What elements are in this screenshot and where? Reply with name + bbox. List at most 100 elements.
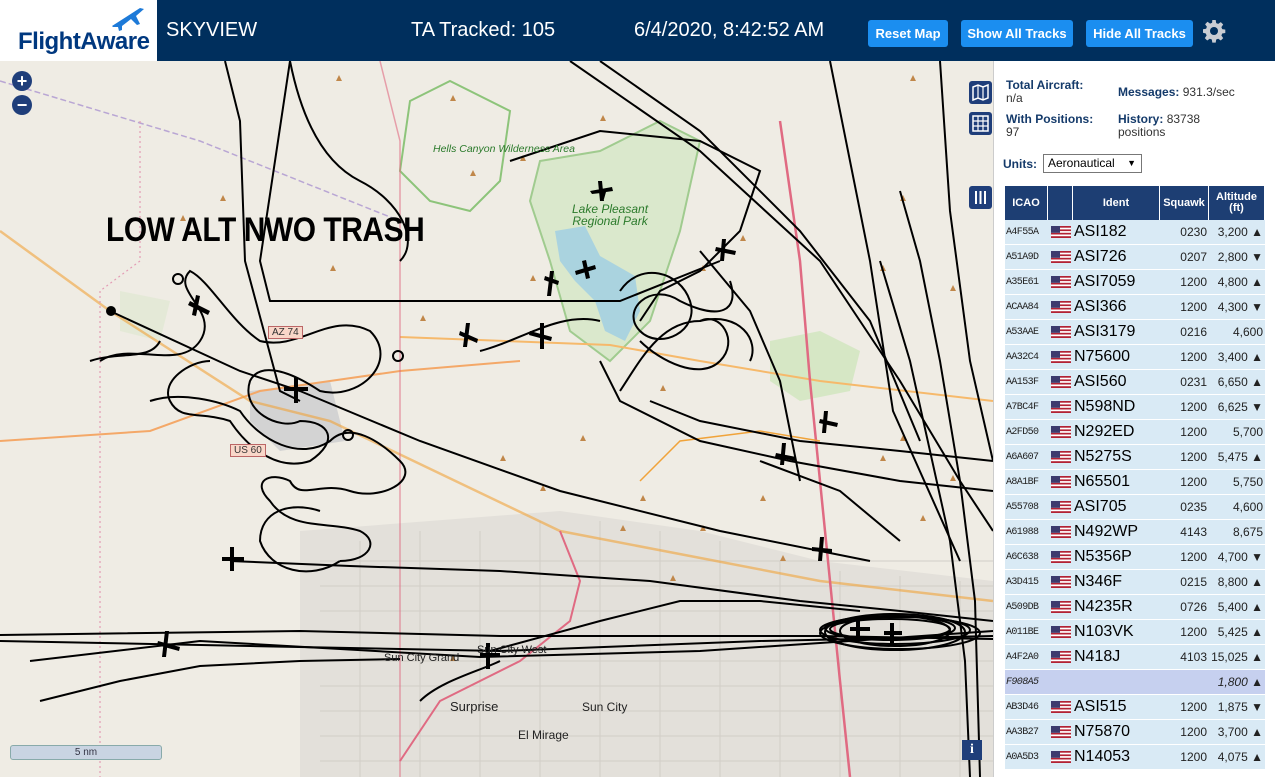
table-row[interactable]: ACAA84 ASI366 1200 4,300 ▼	[1005, 295, 1265, 320]
cell-altitude: 5,400 ▲	[1217, 600, 1263, 614]
table-row[interactable]: A7BC4F N598ND 1200 6,625 ▼	[1005, 395, 1265, 420]
cell-flag	[1048, 226, 1073, 238]
cell-flag	[1048, 326, 1073, 338]
cell-altitude: 8,675	[1232, 525, 1263, 539]
cell-altitude: 15,025 ▲	[1211, 650, 1263, 664]
cell-ident: N14053	[1074, 748, 1131, 765]
cell-icao: AA153F	[1006, 376, 1039, 388]
table-row[interactable]: AA32C4 N75600 1200 3,400 ▲	[1005, 345, 1265, 370]
table-row[interactable]: A6C638 N5356P 1200 4,700 ▼	[1005, 545, 1265, 570]
cell-flag	[1048, 276, 1073, 288]
logo-text: FlightAware	[18, 28, 150, 55]
col-header-altitude[interactable]: Altitude (ft)	[1209, 186, 1265, 220]
cell-squawk: 1200	[1180, 625, 1207, 639]
cell-ident: ASI7059	[1074, 273, 1136, 290]
cell-squawk: 1200	[1180, 475, 1207, 489]
cell-icao: ACAA84	[1006, 301, 1039, 313]
cell-ident: N4235R	[1074, 598, 1133, 615]
us60-shield: US 60	[230, 444, 266, 457]
label-sun-city-grand: Sun City Grand	[384, 652, 460, 664]
col-header-ident[interactable]: Ident	[1073, 186, 1160, 220]
cell-altitude: 5,475 ▲	[1217, 450, 1263, 464]
cell-altitude: 3,700 ▲	[1217, 725, 1263, 739]
cell-squawk: 1200	[1180, 700, 1207, 714]
reset-map-button[interactable]: Reset Map	[868, 20, 948, 47]
cell-squawk: 1200	[1180, 275, 1207, 289]
table-row[interactable]: AA3B27 N75870 1200 3,700 ▲	[1005, 720, 1265, 745]
units-select[interactable]: Aeronautical ▼	[1043, 154, 1142, 173]
history-value: 83738	[1166, 112, 1201, 126]
us-flag-icon	[1050, 326, 1071, 338]
col-header-squawk[interactable]: Squawk	[1160, 186, 1209, 220]
cell-squawk: 0231	[1180, 375, 1207, 389]
cell-flag	[1048, 251, 1073, 263]
table-row[interactable]: A55708 ASI705 0235 4,600	[1005, 495, 1265, 520]
map-layers-button[interactable]	[969, 81, 992, 104]
app-title: SKYVIEW	[166, 19, 258, 41]
zoom-in-button[interactable]: +	[12, 71, 32, 91]
cell-flag	[1048, 476, 1073, 488]
label-sun-city-west: Sun City West	[477, 644, 547, 656]
grid-icon	[972, 115, 989, 132]
info-button[interactable]: i	[962, 740, 982, 760]
cell-flag	[1048, 551, 1073, 563]
cell-ident: ASI515	[1074, 698, 1127, 715]
gear-icon[interactable]	[1202, 19, 1226, 43]
table-header: ICAO Ident Squawk Altitude (ft)	[1005, 186, 1265, 220]
table-row[interactable]: A509DB N4235R 0726 5,400 ▲	[1005, 595, 1265, 620]
cell-squawk: 1200	[1180, 550, 1207, 564]
table-row[interactable]: A3D415 N346F 0215 8,800 ▲	[1005, 570, 1265, 595]
table-row[interactable]: A4F55A ASI182 0230 3,200 ▲	[1005, 220, 1265, 245]
hide-all-tracks-button[interactable]: Hide All Tracks	[1086, 20, 1193, 47]
top-bar: FlightAware SKYVIEW TA Tracked: 105 6/4/…	[0, 0, 1275, 61]
cell-ident: ASI560	[1074, 373, 1127, 390]
cell-squawk: 0726	[1180, 600, 1207, 614]
cell-icao: AA3B27	[1006, 726, 1039, 738]
table-row[interactable]: A35E61 ASI7059 1200 4,800 ▲	[1005, 270, 1265, 295]
cell-altitude: 2,800 ▼	[1217, 250, 1263, 264]
col-header-icao[interactable]: ICAO	[1005, 186, 1048, 220]
table-row[interactable]: A6A607 N5275S 1200 5,475 ▲	[1005, 445, 1265, 470]
table-row[interactable]: A61988 N492WP 4143 8,675	[1005, 520, 1265, 545]
cell-altitude: 5,425 ▲	[1217, 625, 1263, 639]
aircraft-table: ICAO Ident Squawk Altitude (ft) A4F55A AS…	[1005, 186, 1265, 770]
history-stat: History: 83738 positions	[1118, 113, 1200, 139]
map-view[interactable]: Hells Canyon Wilderness Area Lake Pleasa…	[0, 61, 993, 777]
with-positions-value: 97	[1006, 125, 1020, 139]
cell-altitude: 4,700 ▼	[1217, 550, 1263, 564]
total-aircraft-label: Total Aircraft:	[1006, 78, 1084, 92]
table-row[interactable]: AA153F ASI560 0231 6,650 ▲	[1005, 370, 1265, 395]
label-sun-city: Sun City	[582, 700, 628, 714]
table-row[interactable]: A51A9D ASI726 0207 2,800 ▼	[1005, 245, 1265, 270]
table-row[interactable]: AB3D46 ASI515 1200 1,875 ▼	[1005, 695, 1265, 720]
with-positions-stat: With Positions: 97	[1006, 113, 1093, 139]
col-header-flag[interactable]	[1048, 186, 1073, 220]
cell-squawk: 0215	[1180, 575, 1207, 589]
cell-ident: ASI366	[1074, 298, 1127, 315]
us-flag-icon	[1050, 726, 1071, 738]
table-row[interactable]: A011BE N103VK 1200 5,425 ▲	[1005, 620, 1265, 645]
table-row[interactable]: A53AAE ASI3179 0216 4,600	[1005, 320, 1265, 345]
cell-ident: ASI182	[1074, 223, 1127, 240]
table-row[interactable]: F908A5 1,800 ▲	[1005, 670, 1265, 695]
zoom-out-button[interactable]: −	[12, 95, 32, 115]
cell-flag	[1048, 301, 1073, 313]
show-all-tracks-button[interactable]: Show All Tracks	[961, 20, 1073, 47]
table-row[interactable]: A8A1BF N65501 1200 5,750	[1005, 470, 1265, 495]
table-row[interactable]: A4F2A0 N418J 4103 15,025 ▲	[1005, 645, 1265, 670]
az74-shield: AZ 74	[268, 326, 303, 339]
cell-flag	[1048, 626, 1073, 638]
cell-ident: N5356P	[1074, 548, 1132, 565]
grid-toggle-button[interactable]	[969, 112, 992, 135]
table-row[interactable]: A2FD50 N292ED 1200 5,700	[1005, 420, 1265, 445]
cell-icao: A53AAE	[1006, 326, 1039, 338]
flightaware-logo[interactable]: FlightAware	[0, 0, 160, 61]
table-row[interactable]: A0A5D3 N14053 1200 4,075 ▲	[1005, 745, 1265, 770]
us-flag-icon	[1050, 501, 1071, 513]
cell-altitude: 4,300 ▼	[1217, 300, 1263, 314]
cell-icao: A51A9D	[1006, 251, 1039, 263]
columns-toggle-button[interactable]	[969, 186, 992, 209]
cell-ident: N492WP	[1074, 523, 1139, 540]
cell-icao: A35E61	[1006, 276, 1039, 288]
cell-altitude: 3,400 ▲	[1217, 350, 1263, 364]
